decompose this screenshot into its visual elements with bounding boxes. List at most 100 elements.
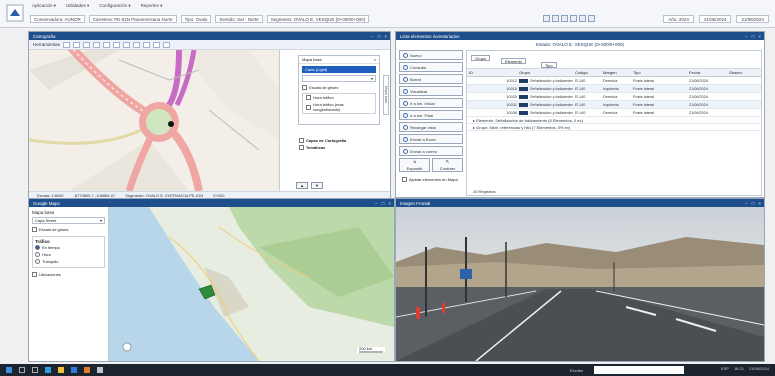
minimize-icon[interactable]: – bbox=[745, 201, 748, 206]
back-icon[interactable] bbox=[113, 41, 121, 48]
group-chip-elemento[interactable]: Elemento bbox=[501, 58, 526, 64]
identify-icon[interactable] bbox=[143, 41, 151, 48]
nuevo-button[interactable]: Nuevo bbox=[399, 50, 463, 60]
menu-item-reportes[interactable]: Reportes ▾ bbox=[139, 3, 165, 9]
col-obs[interactable]: Observ. bbox=[727, 70, 761, 75]
next-icon[interactable] bbox=[570, 15, 577, 22]
maximize-icon[interactable]: □ bbox=[378, 34, 381, 39]
pan-icon[interactable] bbox=[83, 41, 91, 48]
zoom-in-icon[interactable] bbox=[63, 41, 71, 48]
trafico-radio-2[interactable] bbox=[35, 252, 40, 257]
maximize-icon[interactable]: □ bbox=[752, 34, 755, 39]
measure-icon[interactable] bbox=[93, 41, 101, 48]
clock-date[interactable]: 21/06/2024 bbox=[749, 366, 769, 371]
close-icon[interactable]: × bbox=[384, 34, 387, 39]
sentido-select[interactable]: Sentido: Sal · Norte bbox=[215, 15, 263, 23]
table-row[interactable]: 10025 Señalización y balizamiento R-140 Der… bbox=[467, 93, 761, 101]
map-compass-icon[interactable] bbox=[122, 342, 132, 352]
group-chip-tipo[interactable]: Tipo bbox=[541, 62, 557, 68]
fecha-field[interactable]: 21/06/2024 bbox=[698, 15, 732, 23]
minimize-icon[interactable]: – bbox=[371, 34, 374, 39]
ajustar-checkbox[interactable] bbox=[402, 177, 407, 182]
task-view-icon[interactable] bbox=[32, 367, 38, 373]
mapa-base-selected[interactable]: Carto (Light) bbox=[302, 66, 376, 73]
language-indicator[interactable]: ESP bbox=[721, 366, 729, 371]
taskbar-search-input[interactable] bbox=[594, 366, 684, 374]
menu-item-utilidades[interactable]: Utilidades ▾ bbox=[64, 3, 91, 9]
prev-icon[interactable] bbox=[552, 15, 559, 22]
close-icon[interactable]: × bbox=[758, 201, 761, 206]
google-maps-canvas[interactable]: 200 km bbox=[109, 207, 394, 361]
borrar-button[interactable]: Borrar bbox=[399, 74, 463, 84]
start-icon[interactable] bbox=[6, 367, 12, 373]
col-tipo[interactable]: Tipo bbox=[631, 70, 687, 75]
minimize-icon[interactable]: – bbox=[375, 201, 378, 206]
visualizar-button[interactable]: Visualizar bbox=[399, 86, 463, 96]
correo-button[interactable]: Enviar a correo bbox=[399, 146, 463, 156]
anio-field[interactable]: Año: 2024 bbox=[663, 15, 694, 23]
carto-map-canvas[interactable] bbox=[29, 50, 279, 191]
select-icon[interactable] bbox=[103, 41, 111, 48]
play-icon[interactable] bbox=[561, 15, 568, 22]
aggregate-grupo[interactable]: ▸ Grupo: Mkm. referencias y hito (7 Elem… bbox=[467, 124, 761, 131]
table-row[interactable]: 10016 Señalización y balizamiento R-140 Izq… bbox=[467, 85, 761, 93]
table-row[interactable]: 10031 Señalización y balizamiento R-140 Izq… bbox=[467, 101, 761, 109]
extent-icon[interactable] bbox=[133, 41, 141, 48]
carretera-select[interactable]: Carretera: PE-01N Panamericana Norte bbox=[88, 15, 177, 23]
menu-item-configuracion[interactable]: Configuración ▾ bbox=[97, 3, 132, 9]
app2-icon[interactable] bbox=[97, 367, 103, 373]
trafico-radio-1[interactable] bbox=[35, 245, 40, 250]
mapa-base-option[interactable]: ▾ bbox=[302, 75, 376, 82]
store-icon[interactable] bbox=[71, 367, 77, 373]
zoom-out-icon[interactable] bbox=[73, 41, 81, 48]
trafico-1-checkbox[interactable] bbox=[306, 95, 311, 100]
layer-up-button[interactable]: ▲ bbox=[296, 182, 308, 189]
forward-icon[interactable] bbox=[123, 41, 131, 48]
minimize-icon[interactable]: – bbox=[745, 34, 748, 39]
gmaps-grises-checkbox[interactable] bbox=[32, 227, 37, 232]
edge-icon[interactable] bbox=[45, 367, 51, 373]
segmento-select[interactable]: Segmento: OVALO E. VESQUE (0+000/0+000) bbox=[266, 15, 370, 23]
aggregate-elemento[interactable]: ▸ Elemento: Señalización de balizamiento… bbox=[467, 117, 761, 124]
close-icon[interactable]: × bbox=[758, 34, 761, 39]
trafico-2-checkbox[interactable] bbox=[306, 104, 311, 110]
search-icon[interactable] bbox=[19, 367, 25, 373]
consulta-button[interactable]: Consulta bbox=[399, 62, 463, 72]
app-icon[interactable] bbox=[84, 367, 90, 373]
tipo-select[interactable]: Tipo: Ovalo bbox=[180, 15, 212, 23]
col-fecha[interactable]: Fecha bbox=[687, 70, 727, 75]
tematicas-checkbox[interactable] bbox=[299, 145, 304, 150]
print-icon[interactable] bbox=[163, 41, 171, 48]
table-row[interactable]: 10012 Señalización y balizamiento R-140 Der… bbox=[467, 77, 761, 85]
col-codigo[interactable]: Código bbox=[573, 70, 601, 75]
expandir-button[interactable]: ⇲ Expandir bbox=[399, 158, 430, 172]
leyenda-checkbox[interactable] bbox=[32, 272, 37, 277]
col-margen[interactable]: Margen bbox=[601, 70, 631, 75]
fecha-field-2[interactable]: 21/06/2024 bbox=[736, 15, 769, 23]
col-grupo[interactable]: Grupo bbox=[517, 70, 573, 75]
ir-km-final-button[interactable]: Ir a km. Final bbox=[399, 110, 463, 120]
recargar-button[interactable]: Recargar vista bbox=[399, 122, 463, 132]
group-chip-grupo[interactable]: Grupo bbox=[471, 55, 491, 61]
folder-icon[interactable] bbox=[58, 367, 64, 373]
mapa-base-select[interactable]: Capa Street ▾ bbox=[32, 217, 105, 224]
capas-checkbox[interactable] bbox=[299, 138, 304, 143]
layer-down-button[interactable]: ▼ bbox=[311, 182, 323, 189]
trafico-radio-3[interactable] bbox=[35, 259, 40, 264]
contraer-button[interactable]: ⇱ Contraer bbox=[432, 158, 463, 172]
maximize-icon[interactable]: □ bbox=[382, 201, 385, 206]
col-id[interactable]: ID bbox=[467, 70, 517, 75]
record-icon[interactable] bbox=[588, 15, 595, 22]
table-row[interactable]: 10036 Señalización y balizamiento R-140 Der… bbox=[467, 109, 761, 117]
escala-grises-checkbox[interactable] bbox=[302, 85, 307, 90]
layers-icon[interactable] bbox=[153, 41, 161, 48]
mapa-base-side-tab[interactable]: Mapa base bbox=[383, 75, 389, 115]
menu-item-aplicacion[interactable]: Aplicación ▾ bbox=[30, 3, 58, 9]
mapa-base-close-icon[interactable]: × bbox=[374, 57, 376, 62]
maximize-icon[interactable]: □ bbox=[752, 201, 755, 206]
last-icon[interactable] bbox=[579, 15, 586, 22]
ir-km-inicial-button[interactable]: Ir a km. Inicial bbox=[399, 98, 463, 108]
clock-time[interactable]: 16:21 bbox=[734, 366, 744, 371]
close-icon[interactable]: × bbox=[388, 201, 391, 206]
first-icon[interactable] bbox=[543, 15, 550, 22]
